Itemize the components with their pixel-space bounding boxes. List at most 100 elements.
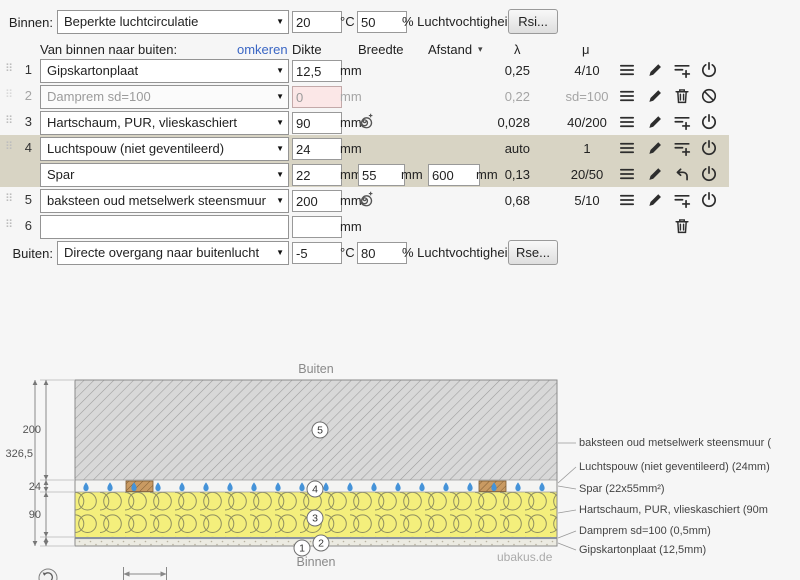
thickness-input[interactable] bbox=[292, 60, 342, 82]
drag-handle-icon[interactable]: ⠿ bbox=[5, 218, 13, 232]
dimension-lines bbox=[32, 379, 74, 547]
delete-icon[interactable] bbox=[673, 87, 691, 105]
layer-row: ⠿ 1 Gipskartonplaat ▼ mm 0,25 4/10 bbox=[0, 57, 800, 83]
edit-icon[interactable] bbox=[646, 165, 664, 183]
add-layer-icon[interactable] bbox=[673, 139, 691, 157]
construction-diagram: Buiten 200 326,5 24 90 5 4 3 2 1 bakstee… bbox=[5, 362, 771, 580]
thickness-input[interactable] bbox=[292, 112, 342, 134]
power-icon[interactable] bbox=[700, 113, 718, 131]
distance-header[interactable]: Afstand bbox=[428, 42, 472, 57]
thickness-input[interactable] bbox=[292, 216, 342, 238]
moisture-spiral-icon bbox=[356, 112, 374, 130]
layer-badge: 1 bbox=[299, 543, 305, 555]
menu-icon[interactable] bbox=[618, 87, 636, 105]
drag-handle-icon[interactable]: ⠿ bbox=[5, 88, 13, 102]
drag-handle-icon[interactable]: ⠿ bbox=[5, 140, 13, 154]
lambda-value: 0,68 bbox=[504, 193, 530, 208]
reverse-link[interactable]: omkeren bbox=[237, 42, 288, 57]
edit-icon[interactable] bbox=[646, 191, 664, 209]
power-icon[interactable] bbox=[700, 139, 718, 157]
delete-icon[interactable] bbox=[673, 217, 691, 235]
layer-number: 5 bbox=[24, 192, 32, 207]
add-layer-icon[interactable] bbox=[673, 191, 691, 209]
humidity-label: % Luchtvochtigheid bbox=[402, 245, 515, 260]
material-select-value: baksteen oud metselwerk steensmuur bbox=[47, 193, 266, 208]
dim-gap: 24 bbox=[29, 481, 41, 493]
add-layer-icon[interactable] bbox=[673, 61, 691, 79]
thickness-input[interactable] bbox=[292, 138, 342, 160]
lambda-value: 0,13 bbox=[504, 167, 530, 182]
unit-label: mm bbox=[340, 89, 362, 104]
unit-label: mm bbox=[340, 141, 362, 156]
menu-icon[interactable] bbox=[618, 61, 636, 79]
drag-handle-icon[interactable]: ⠿ bbox=[5, 192, 13, 206]
menu-icon[interactable] bbox=[618, 113, 636, 131]
material-select[interactable]: Hartschaum, PUR, vlieskaschiert ▼ bbox=[40, 111, 289, 135]
power-icon[interactable] bbox=[700, 61, 718, 79]
layer-number: 4 bbox=[24, 140, 32, 155]
chevron-down-icon: ▼ bbox=[276, 196, 284, 205]
outdoor-temp-input[interactable] bbox=[292, 242, 342, 264]
edit-icon[interactable] bbox=[646, 61, 664, 79]
unit-label: mm bbox=[340, 219, 362, 234]
edit-icon[interactable] bbox=[646, 139, 664, 157]
layer-number: 3 bbox=[24, 114, 32, 129]
menu-icon[interactable] bbox=[618, 165, 636, 183]
outdoor-climate-select[interactable]: Directe overgang naar buitenlucht ▼ bbox=[57, 241, 289, 265]
mu-value: 5/10 bbox=[574, 193, 600, 208]
drag-handle-icon[interactable]: ⠿ bbox=[5, 114, 13, 128]
layer-number: 6 bbox=[24, 218, 32, 233]
layer-badge: 5 bbox=[317, 425, 323, 437]
material-select[interactable] bbox=[40, 215, 289, 239]
drag-handle-icon[interactable]: ⠿ bbox=[5, 62, 13, 76]
material-select[interactable]: Gipskartonplaat ▼ bbox=[40, 59, 289, 83]
outdoor-humidity-input[interactable] bbox=[357, 242, 407, 264]
rse-button[interactable]: Rse... bbox=[508, 240, 558, 265]
power-icon[interactable] bbox=[700, 165, 718, 183]
lambda-value: 0,25 bbox=[504, 63, 530, 78]
power-icon[interactable] bbox=[700, 191, 718, 209]
humidity-label: % Luchtvochtigheid bbox=[402, 14, 515, 29]
mu-value: 20/50 bbox=[570, 167, 604, 182]
mu-value: 1 bbox=[583, 141, 591, 156]
edit-icon[interactable] bbox=[646, 87, 664, 105]
width-input[interactable] bbox=[358, 164, 405, 186]
material-select[interactable]: Luchtspouw (niet geventileerd) ▼ bbox=[40, 137, 289, 161]
indoor-humidity-input[interactable] bbox=[357, 11, 407, 33]
edit-icon[interactable] bbox=[646, 113, 664, 131]
reset-view-icon[interactable] bbox=[38, 568, 58, 580]
add-layer-icon[interactable] bbox=[673, 113, 691, 131]
chevron-down-icon: ▼ bbox=[276, 170, 284, 179]
ban-icon[interactable] bbox=[700, 87, 718, 105]
layer-badge: 4 bbox=[312, 484, 318, 496]
outdoor-label: Buiten: bbox=[12, 246, 53, 261]
bottom-dimension bbox=[123, 567, 167, 580]
material-select-value: Gipskartonplaat bbox=[47, 63, 139, 78]
table-header: Van binnen naar buiten: omkeren Dikte Br… bbox=[0, 42, 800, 58]
material-select-value: Luchtspouw (niet geventileerd) bbox=[47, 141, 225, 156]
indoor-climate-select[interactable]: Beperkte luchtcirculatie ▼ bbox=[57, 10, 289, 34]
width-header: Breedte bbox=[358, 42, 404, 57]
spacing-input[interactable] bbox=[428, 164, 480, 186]
sort-arrow-icon[interactable]: ▾ bbox=[478, 44, 483, 55]
unit-label: mm bbox=[340, 63, 362, 78]
temp-unit-label: °C bbox=[340, 245, 355, 260]
lambda-value: 0,028 bbox=[497, 115, 530, 130]
material-select[interactable]: baksteen oud metselwerk steensmuur ▼ bbox=[40, 189, 289, 213]
lambda-header: λ bbox=[514, 42, 521, 57]
thickness-input[interactable] bbox=[292, 190, 342, 212]
rsi-button[interactable]: Rsi... bbox=[508, 9, 558, 34]
menu-icon[interactable] bbox=[618, 139, 636, 157]
thickness-input[interactable] bbox=[292, 86, 342, 108]
material-select-value: Damprem sd=100 bbox=[47, 89, 151, 104]
thickness-input[interactable] bbox=[292, 164, 342, 186]
material-select[interactable]: Spar ▼ bbox=[40, 163, 289, 187]
material-select-value: Spar bbox=[47, 167, 75, 182]
dim-brick: 200 bbox=[23, 424, 41, 436]
menu-icon[interactable] bbox=[618, 191, 636, 209]
layer-label: Damprem sd=100 (0,5mm) bbox=[579, 525, 711, 537]
undo-icon[interactable] bbox=[673, 165, 691, 183]
mu-value: 4/10 bbox=[574, 63, 600, 78]
material-select[interactable]: Damprem sd=100 ▼ bbox=[40, 85, 289, 109]
indoor-temp-input[interactable] bbox=[292, 11, 342, 33]
